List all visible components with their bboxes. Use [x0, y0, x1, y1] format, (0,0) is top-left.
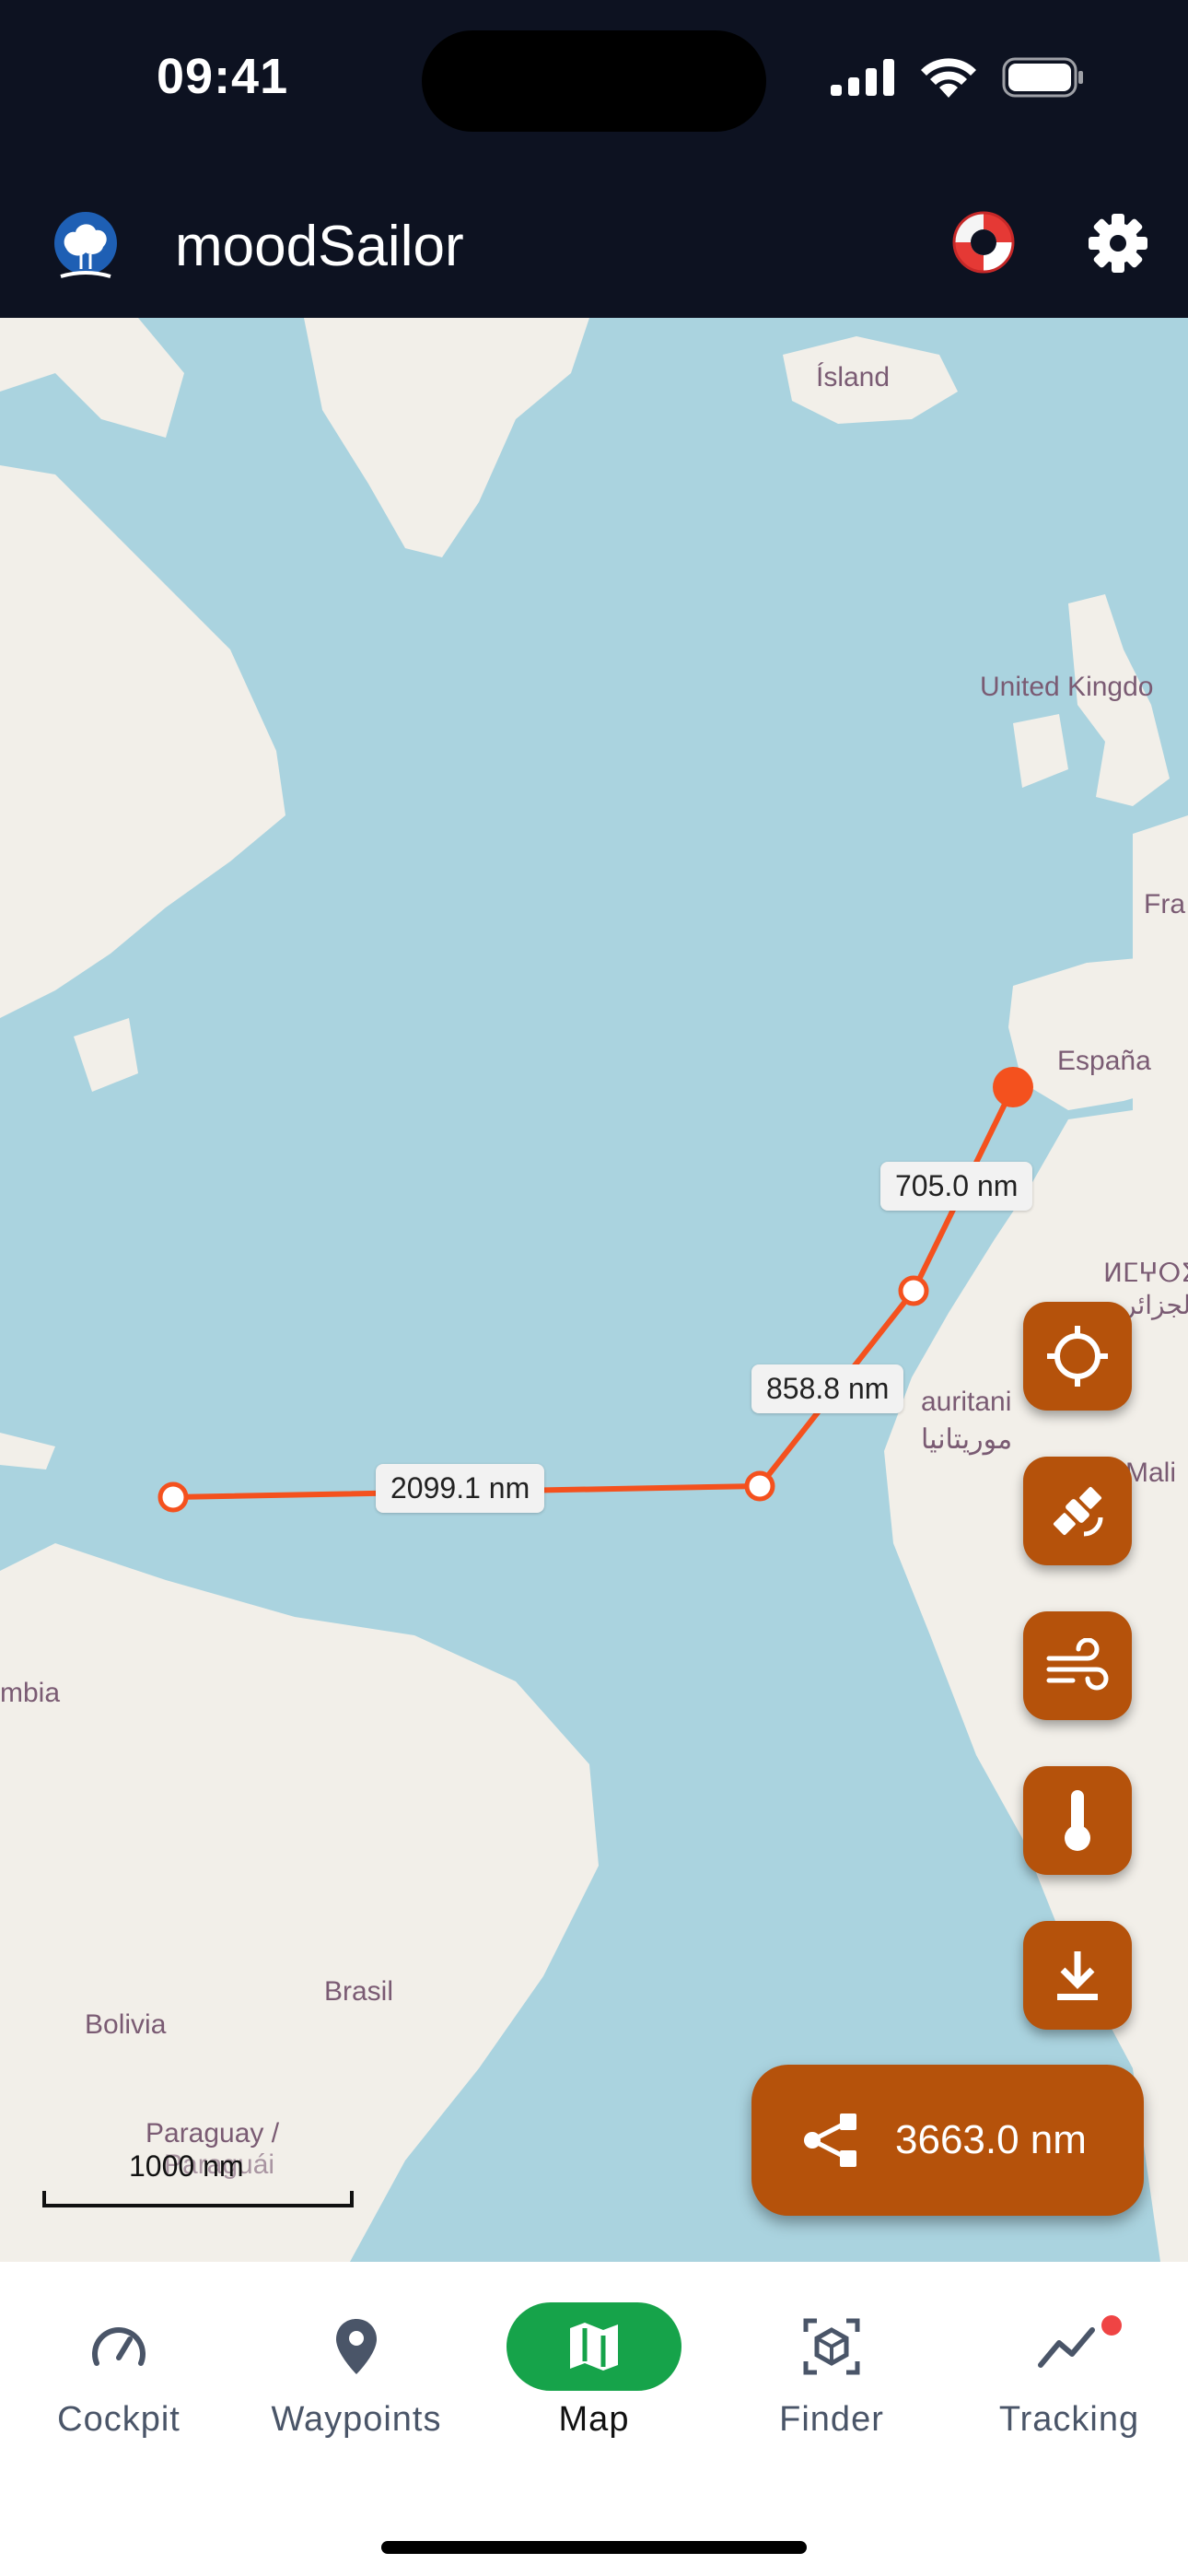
nav-label: Cockpit: [57, 2400, 181, 2439]
map-label-algeria: الجزائر: [1124, 1291, 1188, 1319]
nav-icon-container: [269, 2302, 444, 2391]
satellite-icon: [1053, 1486, 1103, 1537]
nav-label: Finder: [779, 2400, 884, 2439]
route-segment-label: 2099.1 nm: [376, 1464, 545, 1513]
thermometer-icon: [1065, 1790, 1090, 1851]
status-time: 09:41: [157, 49, 289, 104]
cellular-signal-icon: [831, 59, 894, 96]
nav-icon-container: [507, 2302, 681, 2391]
locate-button[interactable]: [1023, 1302, 1132, 1411]
download-icon: [1057, 1951, 1098, 2000]
map-view[interactable]: Ísland United Kingdo Fra España ⵍⵎⵖⵔⵉⴱ ا…: [0, 318, 1188, 2262]
wind-button[interactable]: [1023, 1611, 1132, 1720]
notification-badge: [1101, 2315, 1122, 2336]
settings-gear-icon[interactable]: [1085, 210, 1151, 276]
temperature-button[interactable]: [1023, 1766, 1132, 1875]
app-title: moodSailor: [175, 215, 464, 278]
nav-label: Tracking: [998, 2400, 1140, 2439]
speedometer-icon: [92, 2327, 146, 2366]
status-icons: [831, 57, 1085, 98]
nav-item-finder[interactable]: Finder: [713, 2262, 950, 2446]
crosshair-icon: [1047, 1326, 1108, 1387]
cube-scan-icon: [803, 2318, 860, 2375]
total-distance-label: 3663.0 nm: [895, 2117, 1087, 2162]
map-label-spain: España: [1057, 1046, 1151, 1076]
share-route-icon: [804, 2113, 856, 2167]
nav-label: Map: [558, 2400, 630, 2439]
wifi-icon: [921, 58, 976, 98]
download-button[interactable]: [1023, 1921, 1132, 2030]
nav-icon-container: [982, 2302, 1157, 2391]
map-land: [0, 318, 1188, 2262]
map-label-colombia: mbia: [0, 1678, 61, 1708]
map-label-mauritania: auritani: [921, 1387, 1012, 1417]
map-scale-label: 1000 nm: [129, 2149, 244, 2183]
nav-icon-container: [31, 2302, 206, 2391]
app-bar: moodSailor: [0, 175, 1188, 318]
dynamic-island: [422, 30, 766, 132]
app-logo-icon: [54, 212, 117, 278]
nav-item-waypoints[interactable]: Waypoints: [238, 2262, 475, 2446]
map-label-paraguay: Paraguay /: [146, 2118, 280, 2149]
map-label-iceland: Ísland: [816, 362, 891, 392]
nav-icon-container: [744, 2302, 919, 2391]
map-icon: [570, 2323, 618, 2371]
map-label-mali: Mali: [1125, 1458, 1177, 1488]
wind-icon: [1046, 1638, 1109, 1691]
satellite-button[interactable]: [1023, 1457, 1132, 1565]
status-bar: 09:41: [0, 0, 1188, 175]
nav-item-map[interactable]: Map: [475, 2262, 713, 2446]
lifebuoy-icon[interactable]: [949, 207, 1019, 277]
map-label-mauritania-ar: موريتانيا: [921, 1424, 1013, 1455]
map-pin-icon: [336, 2319, 377, 2374]
map-label-morocco: ⵍⵎⵖⵔⵉⴱ: [1103, 1259, 1188, 1287]
nav-label: Waypoints: [271, 2400, 442, 2439]
map-scale-bar: [42, 2191, 354, 2207]
map-label-brasil: Brasil: [324, 1976, 394, 2007]
battery-icon: [1002, 57, 1083, 98]
route-segment-label: 705.0 nm: [880, 1162, 1033, 1211]
home-indicator: [381, 2541, 807, 2554]
nav-item-tracking[interactable]: Tracking: [950, 2262, 1188, 2446]
bottom-nav: Cockpit Waypoints Map Finder Tracking: [0, 2262, 1188, 2576]
map-label-bolivia: Bolivia: [85, 2009, 167, 2040]
map-label-uk: United Kingdo: [980, 672, 1154, 702]
route-segment-label: 858.8 nm: [751, 1364, 904, 1413]
route-distance-button[interactable]: 3663.0 nm: [751, 2065, 1144, 2216]
map-label-france: Fra: [1144, 889, 1185, 919]
trend-icon: [1038, 2327, 1095, 2368]
nav-item-cockpit[interactable]: Cockpit: [0, 2262, 238, 2446]
